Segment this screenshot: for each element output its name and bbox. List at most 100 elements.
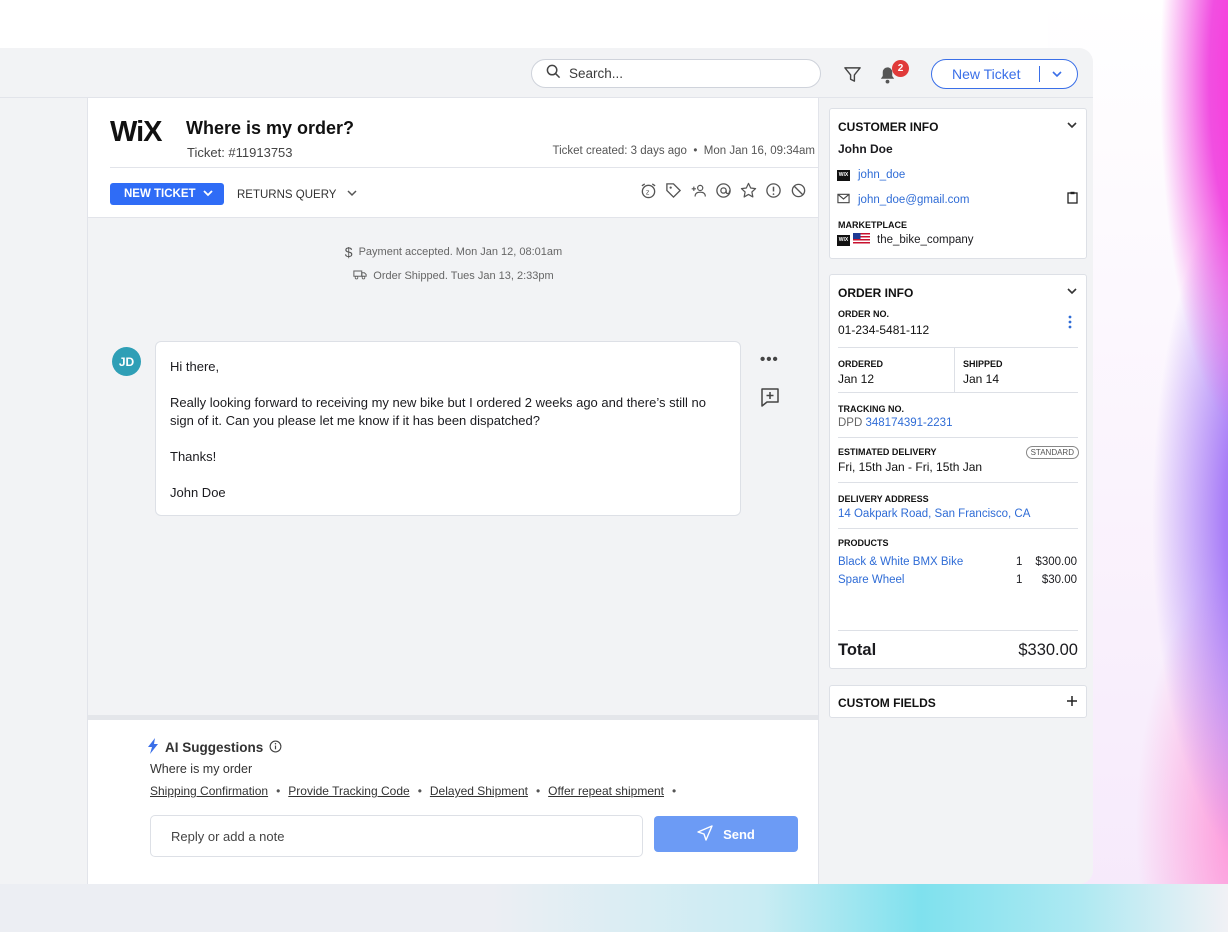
order-number-block: ORDER NO. 01-234-5481-112 [830,300,1086,337]
search-icon [546,64,561,84]
shipped-block: SHIPPED Jan 14 [955,348,1003,392]
message-greeting: Hi there, [170,359,220,374]
customer-info-card: CUSTOMER INFO John Doe WIX john_doe john… [829,108,1087,259]
info-icon[interactable] [269,740,282,756]
ticket-created: Ticket created: 3 days ago • Mon Jan 16,… [552,145,816,157]
svg-text:z: z [646,188,650,196]
filter-icon[interactable] [843,65,863,85]
product-price: $300.00 [1035,556,1077,568]
delivery-address-block: DELIVERY ADDRESS 14 Oakpark Road, San Fr… [830,483,1086,528]
chevron-down-icon[interactable] [1066,285,1078,300]
clipboard-icon[interactable] [1067,191,1078,209]
ticket-panel: WiX Where is my order? Ticket: #11913753… [87,98,819,884]
suggestion-chip[interactable]: Offer repeat shipment [548,784,664,798]
search-input[interactable] [569,66,789,81]
customer-username-row: WIX john_doe [830,156,1086,181]
section-title: CUSTOMER INFO [838,119,939,134]
star-icon[interactable] [740,182,757,199]
new-ticket-label: New Ticket [952,66,1021,82]
product-price: $30.00 [1041,574,1077,586]
customer-email-row: john_doe@gmail.com [830,181,1086,209]
product-name[interactable]: Spare Wheel [838,574,1016,586]
products-block: PRODUCTS Black & White BMX Bike 1 $300.0… [830,529,1086,586]
reply-input[interactable] [150,815,643,857]
ticket-title: Where is my order? [186,118,355,138]
mail-icon [837,191,850,209]
estimated-delivery-block: ESTIMATED DELIVERY STANDARD Fri, 15th Ja… [830,438,1086,482]
custom-fields-header: CUSTOM FIELDS [830,686,1086,710]
section-title: CUSTOM FIELDS [838,695,936,710]
wix-logo: WiX [110,116,163,148]
tag-icon[interactable] [665,182,682,199]
send-button[interactable]: Send [654,816,798,852]
reply-composer: AI Suggestions Where is my order Shippin… [88,715,819,884]
chevron-down-icon [202,187,214,202]
ordered-date: Jan 12 [838,372,875,386]
kebab-menu-icon[interactable] [1068,315,1072,334]
suggestion-chip[interactable]: Shipping Confirmation [150,784,268,798]
customer-info-header[interactable]: CUSTOMER INFO [830,109,1086,134]
send-label: Send [723,826,755,842]
shipped-label: SHIPPED [963,359,1003,369]
ticket-status-label: NEW TICKET [124,188,196,200]
delivery-address[interactable]: 14 Oakpark Road, San Francisco, CA [838,508,1078,520]
plus-icon[interactable] [1066,695,1078,710]
queue-dropdown[interactable]: RETURNS QUERY [237,187,358,202]
helpdesk-window: 2 New Ticket WiX Where is my order? Tick… [0,48,1093,884]
timeline-events: $ Payment accepted. Mon Jan 12, 08:01am … [88,240,819,288]
snooze-icon[interactable]: z [640,182,657,199]
ordered-block: ORDERED Jan 12 [838,348,955,392]
suggestion-chip[interactable]: Delayed Shipment [430,784,528,798]
marketplace-row: WIX the_bike_company [830,230,1086,247]
custom-fields-card[interactable]: CUSTOM FIELDS [829,685,1087,718]
ordered-label: ORDERED [838,359,884,369]
marketplace-name: the_bike_company [877,234,974,246]
assign-user-icon[interactable] [690,182,707,199]
products-label: PRODUCTS [838,538,889,548]
details-sidebar: CUSTOMER INFO John Doe WIX john_doe john… [818,98,1093,884]
search-box[interactable] [531,59,821,88]
add-note-icon[interactable] [760,387,780,412]
chevron-down-icon[interactable] [1066,119,1078,134]
chevron-down-icon[interactable] [1040,67,1064,81]
total-value: $330.00 [1018,641,1078,659]
ticket-status-dropdown[interactable]: NEW TICKET [110,183,224,205]
separator-dot: • [535,784,541,798]
ai-suggestions-title: AI Suggestions [165,740,264,755]
customer-email[interactable]: john_doe@gmail.com [858,194,969,206]
order-info-card: ORDER INFO ORDER NO. 01-234-5481-112 ORD… [829,274,1087,669]
timeline-event: Order Shipped. Tues Jan 13, 2:33pm [88,264,819,288]
order-dates: ORDERED Jan 12 SHIPPED Jan 14 [838,348,1078,392]
background-gradient-bottom [0,884,1228,932]
notification-badge: 2 [892,60,909,77]
mention-icon[interactable] [715,182,732,199]
message-thanks: Thanks! [170,449,217,464]
section-title: ORDER INFO [838,285,914,300]
new-ticket-button[interactable]: New Ticket [931,59,1078,89]
total-label: Total [838,641,877,659]
block-icon[interactable] [790,182,807,199]
order-info-header[interactable]: ORDER INFO [830,275,1086,300]
separator-dot: • [276,784,281,798]
shipping-type-badge: STANDARD [1025,446,1079,459]
separator-dot: • [672,784,677,798]
alert-icon[interactable] [765,182,782,199]
more-options-icon[interactable]: ••• [760,351,779,368]
tracking-block: TRACKING NO. DPD 348174391-2231 [830,393,1086,437]
event-text: Order Shipped. Tues Jan 13, 2:33pm [373,270,554,282]
customer-name: John Doe [838,142,893,156]
delivery-address-label: DELIVERY ADDRESS [838,494,929,504]
message-body: Really looking forward to receiving my n… [170,395,706,428]
tracking-number[interactable]: 348174391-2231 [865,417,952,429]
estimated-delivery: Fri, 15th Jan - Fri, 15th Jan [838,460,983,474]
customer-username[interactable]: john_doe [858,169,905,181]
ai-suggestion-topic: Where is my order [150,762,253,776]
queue-label: RETURNS QUERY [237,188,337,201]
event-text: Payment accepted. Mon Jan 12, 08:01am [358,246,563,258]
suggestion-chip[interactable]: Provide Tracking Code [288,784,409,798]
customer-message: Hi there, Really looking forward to rece… [155,341,741,516]
product-name[interactable]: Black & White BMX Bike [838,556,1016,568]
wix-badge-icon: WIX [837,234,850,246]
truck-icon [353,269,367,283]
product-qty: 1 [1016,556,1023,568]
